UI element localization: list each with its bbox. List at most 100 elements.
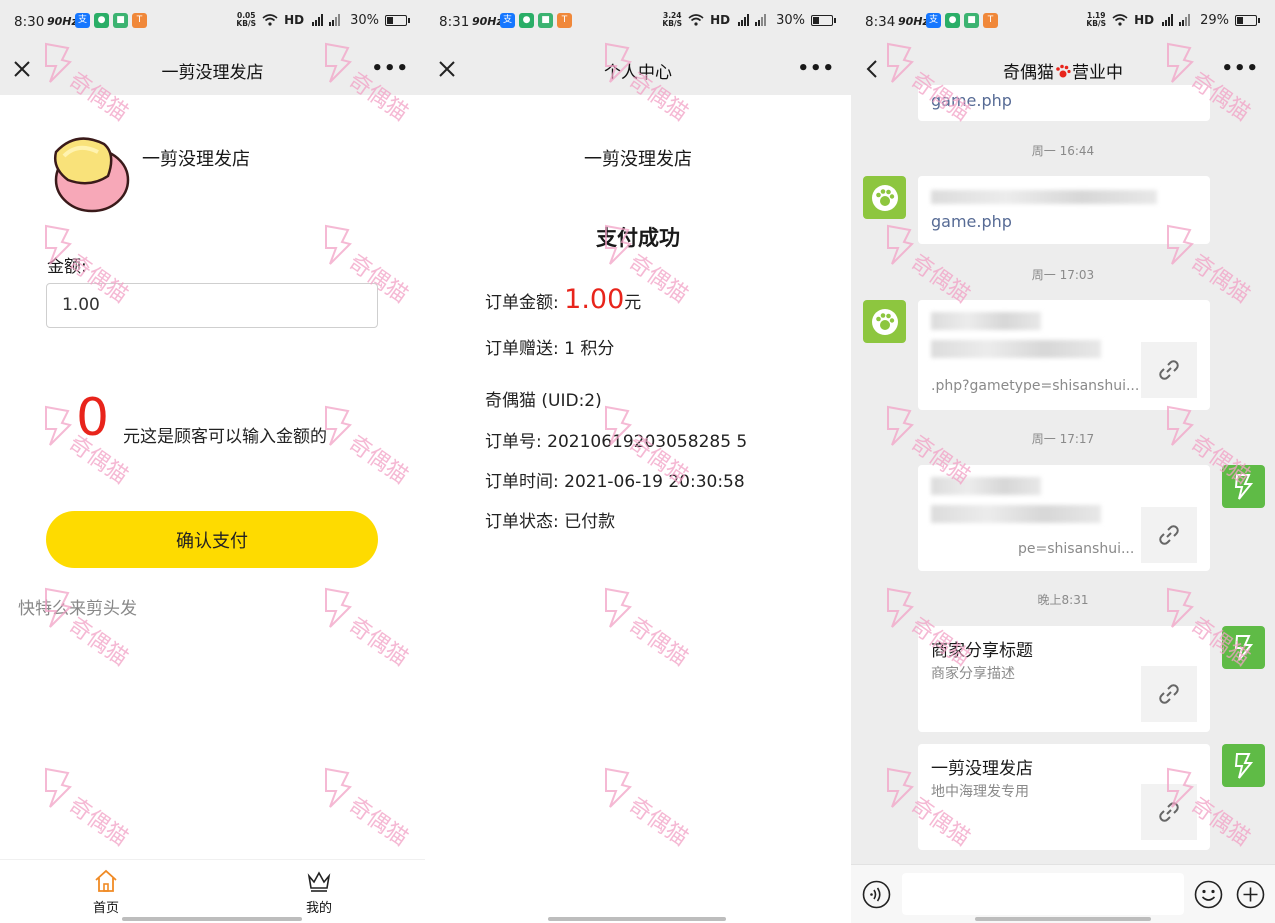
tab-home[interactable]: 首页: [76, 868, 136, 916]
points-value: 0: [76, 388, 110, 448]
more-icon[interactable]: •••: [371, 58, 409, 79]
chat-text-input[interactable]: [902, 873, 1184, 915]
notification-icons: 支 ● ■ T: [500, 13, 572, 28]
paw-avatar-icon: [871, 308, 898, 335]
paw-avatar-icon: [871, 184, 898, 211]
shop-name: 一剪没理发店: [584, 149, 692, 170]
order-time-row: 订单时间: 2021-06-19 20:30:58: [485, 467, 745, 492]
share-card-title: 一剪没理发店: [931, 759, 1033, 779]
order-amount-value: 1.00: [564, 284, 625, 315]
battery-icon: [385, 14, 410, 26]
tab-mine-label: 我的: [305, 901, 332, 916]
status-right: 0.05 KB/S HD 30%: [236, 12, 410, 28]
message-bubble[interactable]: game.php: [918, 85, 1210, 121]
share-card-desc: .php?gametype=shisanshui...: [931, 378, 1140, 394]
lightning-logo-icon: [1234, 473, 1253, 500]
share-card-desc: pe=shisanshui...: [1018, 541, 1135, 557]
battery-percent: 30%: [350, 12, 379, 28]
link-icon: [1159, 525, 1179, 545]
wifi-icon: [1112, 14, 1128, 26]
status-bar: 8:30 90Hz 支 ● ■ T 0.05 KB/S HD 30%: [0, 0, 425, 44]
status-bar: 8:34 90Hz 支 ● ■ T 1.19 KB/S HD 29%: [851, 0, 1275, 44]
shop-payment-screen: 8:30 90Hz 支 ● ■ T 0.05 KB/S HD 30% 一剪没理发店…: [0, 0, 425, 923]
payment-result-screen: 8:31 90Hz 支 ● ■ T 3.24 KB/S HD 30% 个人中心 •…: [425, 0, 851, 923]
order-gift-value: 1 积分: [564, 339, 615, 359]
battery-percent: 30%: [776, 12, 805, 28]
chat-title-name: 奇偶猫: [1003, 63, 1054, 83]
link-thumbnail: [1141, 666, 1197, 722]
self-avatar[interactable]: [1222, 465, 1265, 508]
status-right: 3.24 KB/S HD 30%: [662, 11, 836, 28]
signal-icon: [738, 14, 767, 26]
status-time: 8:30: [14, 14, 45, 30]
message-link[interactable]: game.php: [931, 212, 1012, 231]
share-card-desc: 地中海理发专用: [931, 784, 1029, 800]
message-link[interactable]: game.php: [931, 91, 1012, 110]
status-bar: 8:31 90Hz 支 ● ■ T 3.24 KB/S HD 30%: [425, 0, 851, 44]
share-card[interactable]: .php?gametype=shisanshui...: [918, 300, 1210, 410]
app-icon: T: [983, 13, 998, 28]
order-amount-unit: 元: [624, 293, 642, 313]
tab-bar: 首页 我的: [0, 859, 425, 923]
notification-icons: 支 ● ■ T: [926, 13, 998, 28]
voice-icon[interactable]: [862, 880, 891, 909]
blurred-text: [931, 190, 1157, 204]
message-icon: ■: [538, 13, 553, 28]
user-line: 奇偶猫 (UID:2): [485, 391, 602, 411]
self-avatar[interactable]: [1222, 744, 1265, 787]
message-timestamp: 晚上8:31: [1037, 593, 1089, 607]
amount-label: 金额:: [47, 257, 87, 277]
order-status-value: 已付款: [564, 512, 616, 532]
contact-avatar[interactable]: [863, 300, 906, 343]
link-thumbnail: [1141, 784, 1197, 840]
order-number-value: 20210619203058285 5: [547, 432, 748, 452]
shop-avatar: [54, 137, 130, 213]
net-speed: 3.24 KB/S: [662, 11, 683, 28]
alipay-icon: 支: [500, 13, 515, 28]
tab-mine[interactable]: 我的: [289, 868, 349, 916]
signal-icon: [312, 14, 341, 26]
link-icon: [1159, 802, 1179, 822]
wechat-icon: ●: [519, 13, 534, 28]
shop-slogan: 快特么来剪头发: [18, 599, 137, 619]
amount-input[interactable]: 1.00: [46, 283, 378, 328]
plus-icon[interactable]: [1236, 880, 1265, 909]
refresh-rate: 90Hz: [47, 15, 78, 28]
self-avatar[interactable]: [1222, 626, 1265, 669]
share-card[interactable]: 一剪没理发店 地中海理发专用: [918, 744, 1210, 850]
contact-avatar[interactable]: [863, 176, 906, 219]
message-timestamp: 周一 16:44: [1031, 144, 1095, 158]
chat-screen: 8:34 90Hz 支 ● ■ T 1.19 KB/S HD 29% 奇偶猫 营业中…: [851, 0, 1275, 923]
chat-input-bar: [851, 864, 1275, 923]
share-card[interactable]: 商家分享标题 商家分享描述: [918, 626, 1210, 732]
more-icon[interactable]: •••: [797, 58, 835, 79]
status-time: 8:31: [439, 14, 470, 30]
shop-name: 一剪没理发店: [142, 149, 250, 170]
confirm-pay-button[interactable]: 确认支付: [46, 511, 378, 568]
message-icon: ■: [113, 13, 128, 28]
paw-icon: [1056, 64, 1071, 78]
emoji-icon[interactable]: [1194, 880, 1223, 909]
nav-bar: 一剪没理发店 •••: [0, 44, 425, 95]
points-description: 元这是顾客可以输入金额的: [123, 427, 327, 447]
alipay-icon: 支: [75, 13, 90, 28]
order-gift-row: 订单赠送: 1 积分: [485, 334, 614, 359]
share-card[interactable]: pe=shisanshui...: [918, 465, 1210, 571]
battery-icon: [811, 14, 836, 26]
message-list: game.php 周一 16:44 game.php 周一 17:03 .php…: [851, 85, 1275, 864]
network-type: HD: [284, 13, 305, 27]
app-icon: T: [132, 13, 147, 28]
chat-title-status: 营业中: [1072, 63, 1123, 83]
order-number-row: 订单号: 20210619203058285 5: [485, 427, 747, 452]
app-icon: T: [557, 13, 572, 28]
payment-success-title: 支付成功: [596, 226, 680, 250]
message-bubble[interactable]: game.php: [918, 176, 1210, 244]
wifi-icon: [688, 14, 704, 26]
order-time-value: 2021-06-19 20:30:58: [564, 472, 745, 492]
order-amount-row: 订单金额: 1.00元: [485, 284, 641, 315]
home-indicator: [548, 917, 726, 921]
blurred-text: [931, 312, 1041, 330]
link-icon: [1159, 360, 1179, 380]
lightning-logo-icon: [1234, 634, 1253, 661]
more-icon[interactable]: •••: [1221, 58, 1259, 79]
